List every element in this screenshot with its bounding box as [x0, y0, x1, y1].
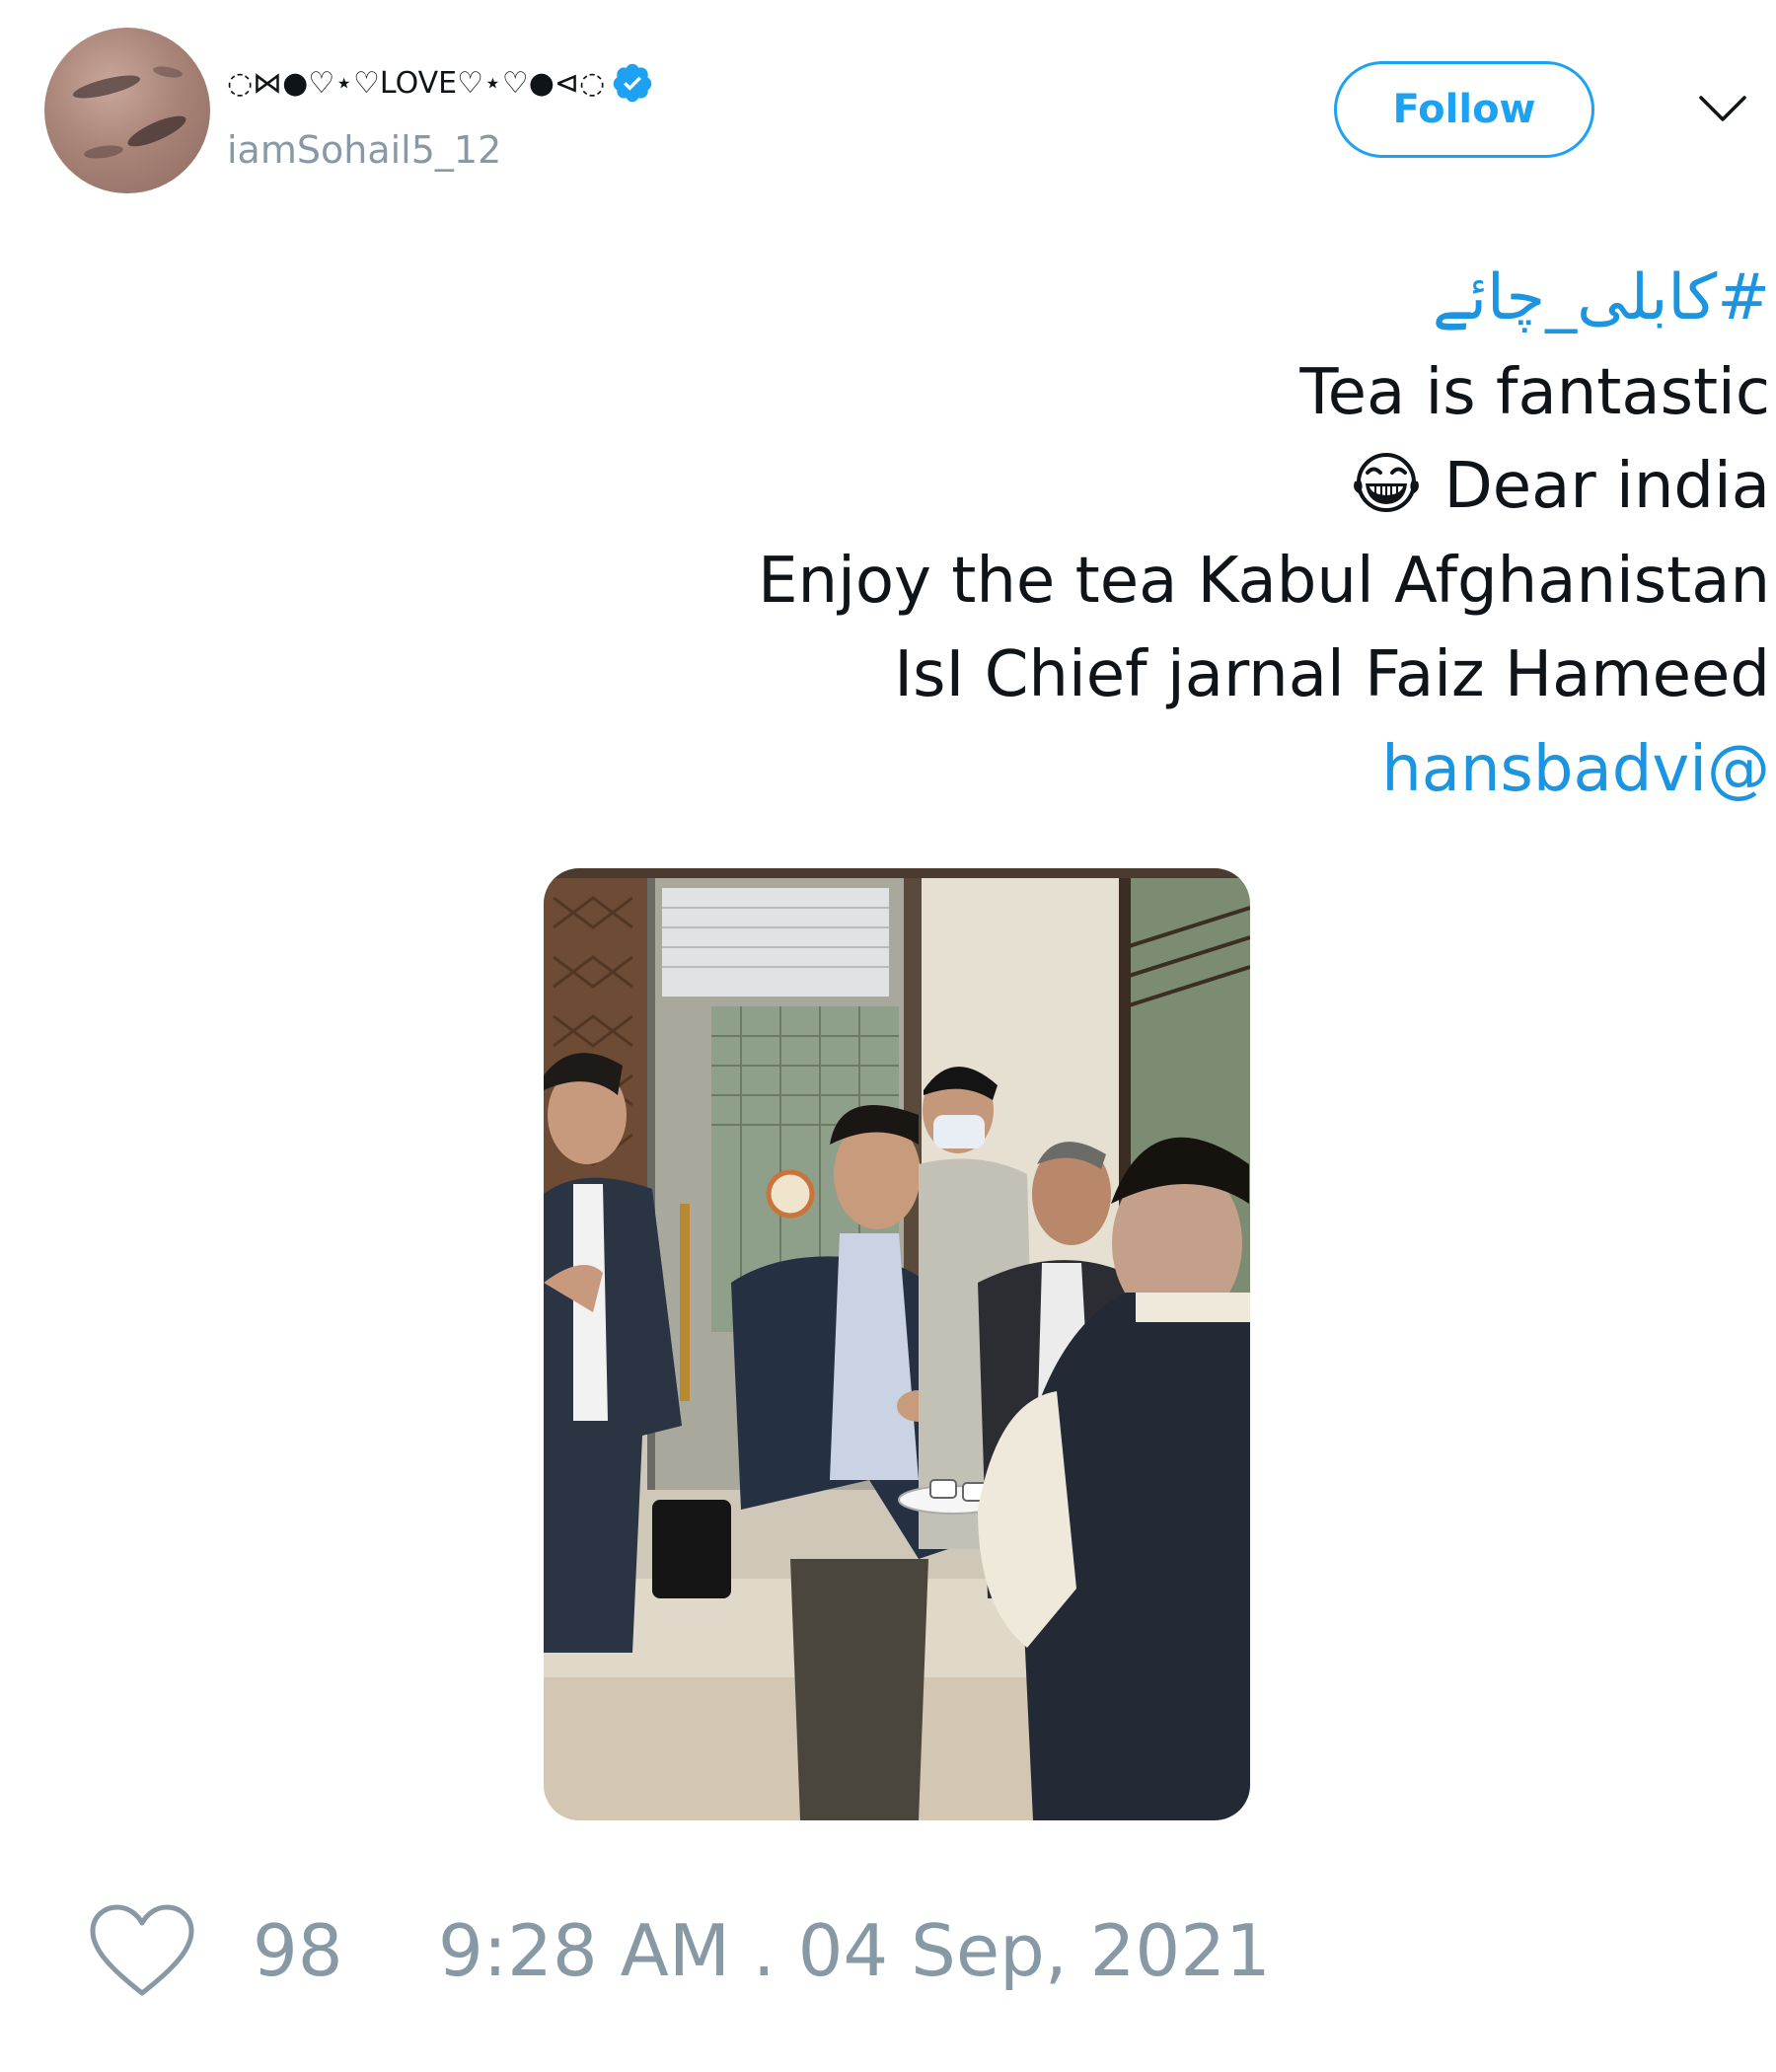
tweet-line: Dear india	[197, 440, 1770, 535]
heart-icon	[90, 1904, 194, 1996]
tweet-photo[interactable]	[544, 868, 1250, 1820]
author-display-name[interactable]: ◌⋈●♡⋆♡LOVE♡⋆♡●⊲◌	[227, 61, 654, 105]
tweet-line: Tea is fantastic	[1299, 355, 1770, 429]
verified-badge-icon	[611, 61, 654, 105]
grinning-face-with-tears-emoji-icon	[1352, 448, 1421, 517]
tweet-line: IsI Chief jarnal Faiz Hameed	[894, 638, 1770, 711]
avatar[interactable]	[44, 28, 210, 193]
tweet-line-text: Dear india	[1443, 450, 1771, 523]
avatar-detail	[83, 143, 124, 161]
avatar-detail	[124, 110, 189, 153]
author-handle[interactable]: iamSohail5_12	[227, 128, 501, 172]
hashtag-link[interactable]: #کابلی_چائے	[1433, 261, 1770, 334]
avatar-detail	[71, 70, 142, 104]
tweet-text: #کابلی_چائے Tea is fantastic Dear india …	[197, 252, 1770, 817]
like-button[interactable]	[87, 1902, 197, 2001]
chevron-down-icon	[1699, 96, 1746, 121]
follow-button[interactable]: Follow	[1334, 61, 1594, 158]
avatar-detail	[152, 64, 184, 80]
photo-image	[544, 868, 1250, 1820]
more-options-button[interactable]	[1695, 85, 1750, 132]
mention-link[interactable]: hansbadvi@	[1381, 733, 1770, 806]
author-display-name-text: ◌⋈●♡⋆♡LOVE♡⋆♡●⊲◌	[227, 65, 606, 101]
like-count: 98	[253, 1909, 343, 1992]
tweet-timestamp[interactable]: 9:28 AM . 04 Sep, 2021	[438, 1909, 1271, 1992]
tweet-line: Enjoy the tea Kabul Afghanistan	[758, 544, 1770, 618]
